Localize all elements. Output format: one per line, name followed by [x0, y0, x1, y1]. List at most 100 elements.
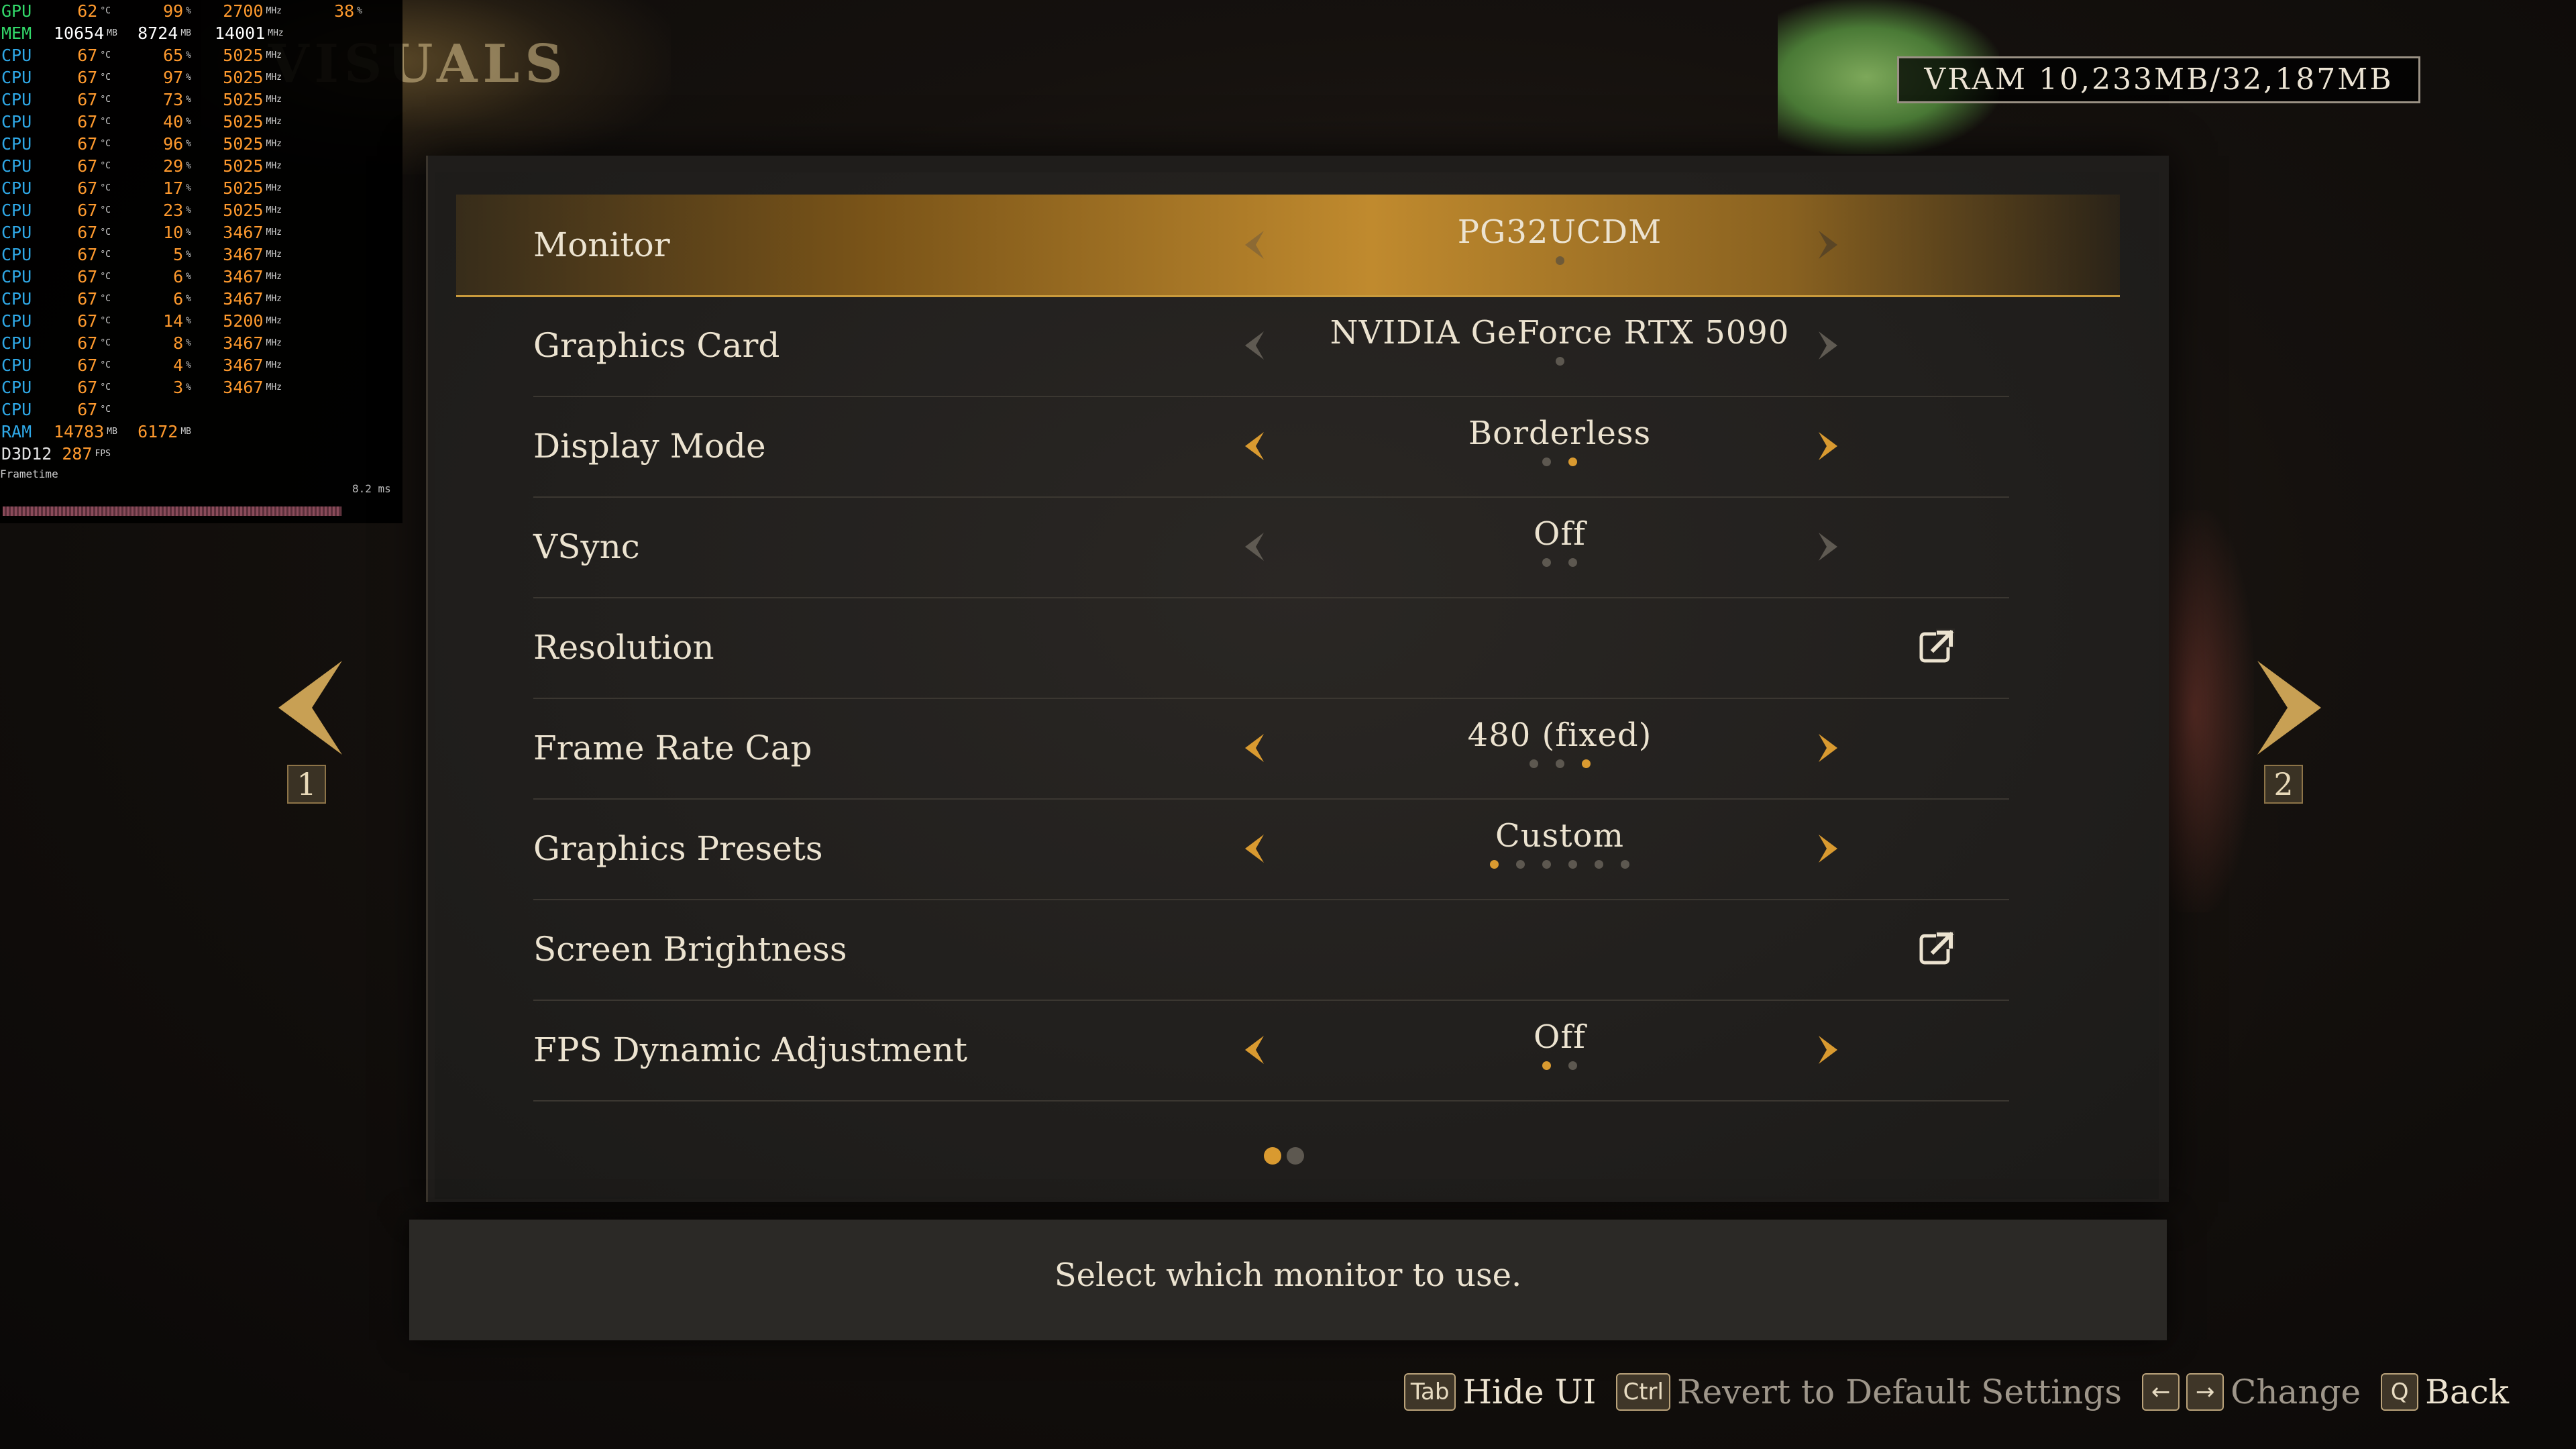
setting-value: Borderless — [1468, 415, 1652, 452]
prev-option-arrow-icon[interactable] — [1238, 327, 1271, 364]
setting-row-vsync[interactable]: VSync Off — [533, 496, 2009, 598]
overlay-value: 65% — [163, 46, 191, 65]
next-option-arrow-icon[interactable] — [1811, 227, 1845, 263]
next-option-arrow-icon[interactable] — [1811, 428, 1845, 464]
setting-row-display-mode[interactable]: Display Mode Borderless — [533, 396, 2009, 498]
overlay-row: CPU 67 °C 6% 3467 MHz — [0, 266, 402, 288]
hint-back[interactable]: Q Back — [2381, 1373, 2509, 1411]
setting-value: Off — [1534, 515, 1586, 553]
next-option-arrow-icon[interactable] — [1811, 529, 1845, 565]
key-cap: Tab — [1403, 1373, 1456, 1411]
option-dot — [1516, 860, 1525, 869]
setting-row-frame-rate-cap[interactable]: Frame Rate Cap 480 (fixed) — [533, 698, 2009, 800]
overlay-value: 67 °C — [77, 289, 111, 309]
overlay-label: CPU — [1, 201, 32, 220]
setting-label: Frame Rate Cap — [533, 729, 812, 767]
setting-label: Display Mode — [533, 427, 766, 466]
prev-page-number[interactable]: 1 — [287, 765, 326, 804]
overlay-label: CPU — [1, 134, 32, 154]
setting-value: NVIDIA GeForce RTX 5090 — [1330, 314, 1790, 352]
option-dot — [1621, 860, 1629, 869]
open-submenu-icon[interactable] — [1919, 627, 1956, 665]
overlay-row: CPU 67 °C 10% 3467 MHz — [0, 221, 402, 244]
overlay-value: 5% — [173, 245, 191, 264]
setting-row-graphics-card[interactable]: Graphics Card NVIDIA GeForce RTX 5090 — [533, 295, 2009, 397]
overlay-value: 62 °C — [77, 1, 111, 21]
overlay-value: 6% — [173, 289, 191, 309]
overlay-value: 97% — [163, 68, 191, 87]
overlay-value: 67 °C — [77, 400, 111, 419]
setting-row-resolution[interactable]: Resolution — [533, 597, 2009, 699]
overlay-value: 3467 MHz — [223, 267, 282, 286]
hint-revert-to-default-settings[interactable]: Ctrl Revert to Default Settings — [1616, 1373, 2122, 1411]
overlay-label: CPU — [1, 223, 32, 242]
overlay-value: 3467 MHz — [223, 356, 282, 375]
setting-label: VSync — [533, 527, 640, 566]
next-option-arrow-icon[interactable] — [1811, 730, 1845, 766]
overlay-value: 67 °C — [77, 311, 111, 331]
setting-row-monitor[interactable]: Monitor PG32UCDM — [456, 195, 2120, 297]
option-dot — [1581, 759, 1591, 768]
overlay-value: 23% — [163, 201, 191, 220]
hint-label: Change — [2231, 1373, 2361, 1411]
option-dot — [1555, 256, 1564, 265]
vram-readout: VRAM 10,233MB/32,187MB — [1897, 56, 2420, 103]
page-dot[interactable] — [1264, 1147, 1281, 1165]
page-dot[interactable] — [1287, 1147, 1304, 1165]
overlay-value: 5025 MHz — [223, 90, 282, 109]
option-dots — [1325, 558, 1794, 567]
overlay-row: CPU 67 °C — [0, 398, 402, 421]
next-option-arrow-icon[interactable] — [1811, 830, 1845, 867]
overlay-row: GPU 62 °C 99% 2700 MHz 38% — [0, 0, 402, 22]
option-dots — [1325, 1061, 1794, 1070]
next-option-arrow-icon[interactable] — [1811, 1032, 1845, 1068]
option-dot — [1542, 558, 1551, 567]
option-dot — [1490, 860, 1499, 869]
prev-option-arrow-icon[interactable] — [1238, 830, 1271, 867]
prev-option-arrow-icon[interactable] — [1238, 227, 1271, 263]
overlay-row: CPU 67 °C 4% 3467 MHz — [0, 354, 402, 376]
overlay-value: 67 °C — [77, 223, 111, 242]
overlay-value: 6172 MB — [138, 422, 191, 441]
next-option-arrow-icon[interactable] — [1811, 327, 1845, 364]
overlay-value: 3467 MHz — [223, 245, 282, 264]
overlay-value: 67 °C — [77, 245, 111, 264]
overlay-value: 3467 MHz — [223, 223, 282, 242]
setting-value: 480 (fixed) — [1467, 716, 1652, 754]
hint-hide-ui[interactable]: Tab Hide UI — [1403, 1373, 1597, 1411]
hint-label: Hide UI — [1462, 1373, 1597, 1411]
option-dot — [1529, 759, 1538, 768]
option-dot — [1595, 860, 1603, 869]
overlay-label: CPU — [1, 311, 32, 331]
prev-option-arrow-icon[interactable] — [1238, 1032, 1271, 1068]
setting-label: Graphics Presets — [533, 829, 823, 868]
setting-row-graphics-presets[interactable]: Graphics Presets Custom — [533, 798, 2009, 900]
key-cap: Q — [2381, 1373, 2419, 1411]
overlay-row: CPU 67 °C 5% 3467 MHz — [0, 244, 402, 266]
next-page-arrow-icon[interactable] — [2251, 657, 2324, 758]
overlay-value: 5025 MHz — [223, 201, 282, 220]
control-hints: Tab Hide UI Ctrl Revert to Default Settings… — [1384, 1368, 2509, 1415]
hint-change[interactable]: ← → Change — [2142, 1373, 2361, 1411]
setting-row-screen-brightness[interactable]: Screen Brightness — [533, 899, 2009, 1001]
prev-option-arrow-icon[interactable] — [1238, 529, 1271, 565]
overlay-row: CPU 67 °C 3% 3467 MHz — [0, 376, 402, 398]
open-submenu-icon[interactable] — [1919, 929, 1956, 967]
overlay-value: 5025 MHz — [223, 156, 282, 176]
overlay-value: 67 °C — [77, 68, 111, 87]
prev-option-arrow-icon[interactable] — [1238, 428, 1271, 464]
option-dots — [1325, 458, 1794, 466]
prev-page-arrow-icon[interactable] — [275, 657, 349, 758]
overlay-value: 5025 MHz — [223, 112, 282, 131]
performance-overlay: GPU 62 °C 99% 2700 MHz 38% MEM 10654 MB 8724 MB 1400… — [0, 0, 402, 523]
next-page-number[interactable]: 2 — [2264, 765, 2303, 804]
setting-value: Off — [1534, 1018, 1586, 1056]
prev-option-arrow-icon[interactable] — [1238, 730, 1271, 766]
setting-row-fps-dynamic-adjustment[interactable]: FPS Dynamic Adjustment Off — [533, 1000, 2009, 1102]
overlay-value: 67 °C — [77, 156, 111, 176]
overlay-row: RAM 14783 MB 6172 MB — [0, 421, 402, 443]
overlay-label: CPU — [1, 68, 32, 87]
overlay-row: CPU 67 °C 17% 5025 MHz — [0, 177, 402, 199]
option-dot — [1542, 860, 1551, 869]
overlay-value: 5025 MHz — [223, 134, 282, 154]
